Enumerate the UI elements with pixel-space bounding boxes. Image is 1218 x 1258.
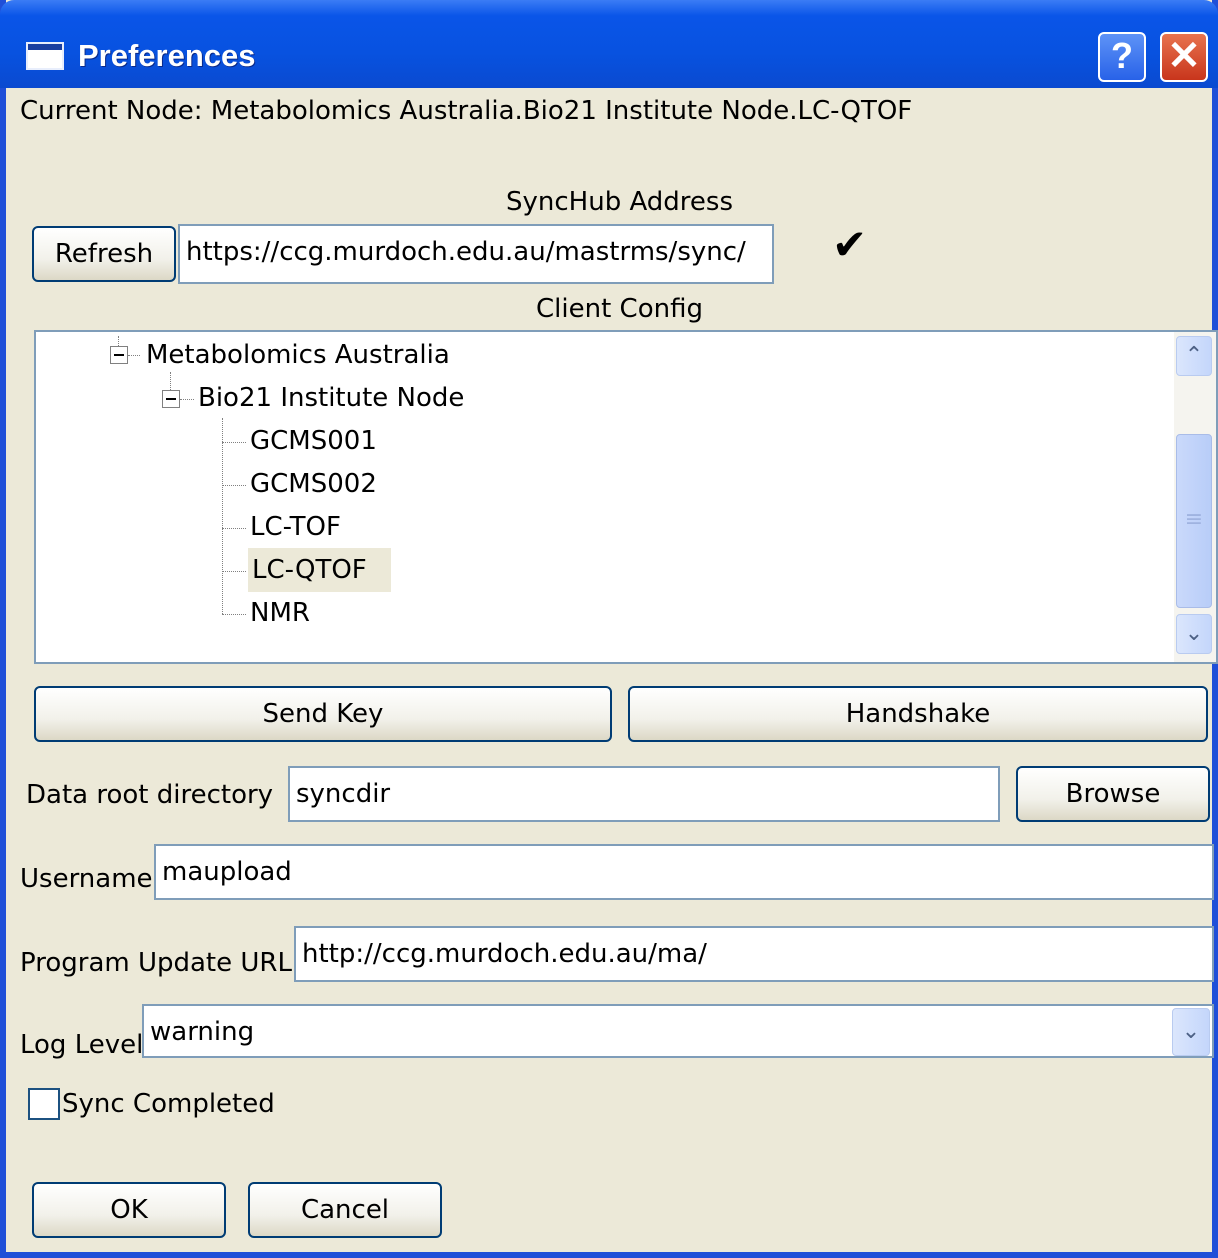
refresh-button[interactable]: Refresh bbox=[32, 226, 176, 282]
title-bar[interactable]: Preferences ? ✕ bbox=[0, 0, 1218, 88]
tree-item-gcms002[interactable]: GCMS002 bbox=[250, 469, 377, 499]
tree-item-gcms001[interactable]: GCMS001 bbox=[250, 426, 377, 456]
cancel-button[interactable]: Cancel bbox=[248, 1182, 442, 1238]
tree-line bbox=[118, 336, 119, 346]
sync-completed-checkbox[interactable] bbox=[28, 1088, 60, 1120]
data-root-input[interactable]: syncdir bbox=[288, 766, 1000, 822]
client-config-tree[interactable]: Metabolomics Australia Bio21 Institute N… bbox=[34, 330, 1218, 664]
synchub-address-input[interactable]: https://ccg.murdoch.edu.au/mastrms/sync/ bbox=[178, 224, 774, 284]
tree-line bbox=[222, 485, 246, 486]
collapse-icon[interactable] bbox=[162, 390, 180, 408]
collapse-icon[interactable] bbox=[110, 346, 128, 364]
chevron-down-icon[interactable]: ⌄ bbox=[1172, 1008, 1210, 1056]
tree-line bbox=[128, 355, 140, 356]
handshake-button[interactable]: Handshake bbox=[628, 686, 1208, 742]
tree-line bbox=[222, 571, 246, 572]
log-level-select[interactable]: warning ⌄ bbox=[142, 1004, 1214, 1058]
data-root-label: Data root directory bbox=[26, 780, 274, 810]
log-level-value: warning bbox=[150, 1017, 255, 1047]
scroll-up-icon[interactable]: ⌃ bbox=[1176, 336, 1212, 376]
current-node-label: Current Node: Metabolomics Australia.Bio… bbox=[20, 96, 913, 126]
tree-scrollbar[interactable]: ⌃ ≡ ⌄ bbox=[1174, 332, 1216, 662]
tree-item-metabolomics-australia[interactable]: Metabolomics Australia bbox=[146, 340, 450, 370]
tree-line bbox=[170, 372, 171, 390]
username-input[interactable]: maupload bbox=[154, 844, 1214, 900]
tree-item-lc-qtof[interactable]: LC-QTOF bbox=[248, 548, 391, 592]
log-level-label: Log Level bbox=[20, 1030, 144, 1060]
client-config-heading: Client Config bbox=[536, 294, 703, 324]
window-icon bbox=[26, 42, 64, 70]
tree-line bbox=[222, 418, 223, 614]
update-url-label: Program Update URL bbox=[20, 948, 292, 978]
tree-line bbox=[222, 528, 246, 529]
synchub-heading: SyncHub Address bbox=[506, 187, 734, 217]
scroll-thumb[interactable]: ≡ bbox=[1176, 434, 1212, 608]
username-label: Username bbox=[20, 864, 153, 894]
ok-button[interactable]: OK bbox=[32, 1182, 226, 1238]
sync-completed-label[interactable]: Sync Completed bbox=[62, 1089, 275, 1119]
window-title: Preferences bbox=[78, 38, 256, 73]
browse-button[interactable]: Browse bbox=[1016, 766, 1210, 822]
tree-item-bio21-institute-node[interactable]: Bio21 Institute Node bbox=[198, 383, 464, 413]
update-url-input[interactable]: http://ccg.murdoch.edu.au/ma/ bbox=[294, 926, 1214, 982]
tree-item-nmr[interactable]: NMR bbox=[250, 598, 310, 628]
close-button[interactable]: ✕ bbox=[1160, 32, 1208, 82]
tree-item-lc-tof[interactable]: LC-TOF bbox=[250, 512, 341, 542]
send-key-button[interactable]: Send Key bbox=[34, 686, 612, 742]
checkmark-icon: ✔ bbox=[832, 220, 868, 269]
help-button[interactable]: ? bbox=[1098, 32, 1146, 82]
scroll-down-icon[interactable]: ⌄ bbox=[1176, 614, 1212, 654]
preferences-window: Preferences ? ✕ Current Node: Metabolomi… bbox=[0, 0, 1218, 1258]
tree-line bbox=[222, 614, 246, 615]
tree-line bbox=[180, 399, 194, 400]
tree-line bbox=[222, 442, 246, 443]
